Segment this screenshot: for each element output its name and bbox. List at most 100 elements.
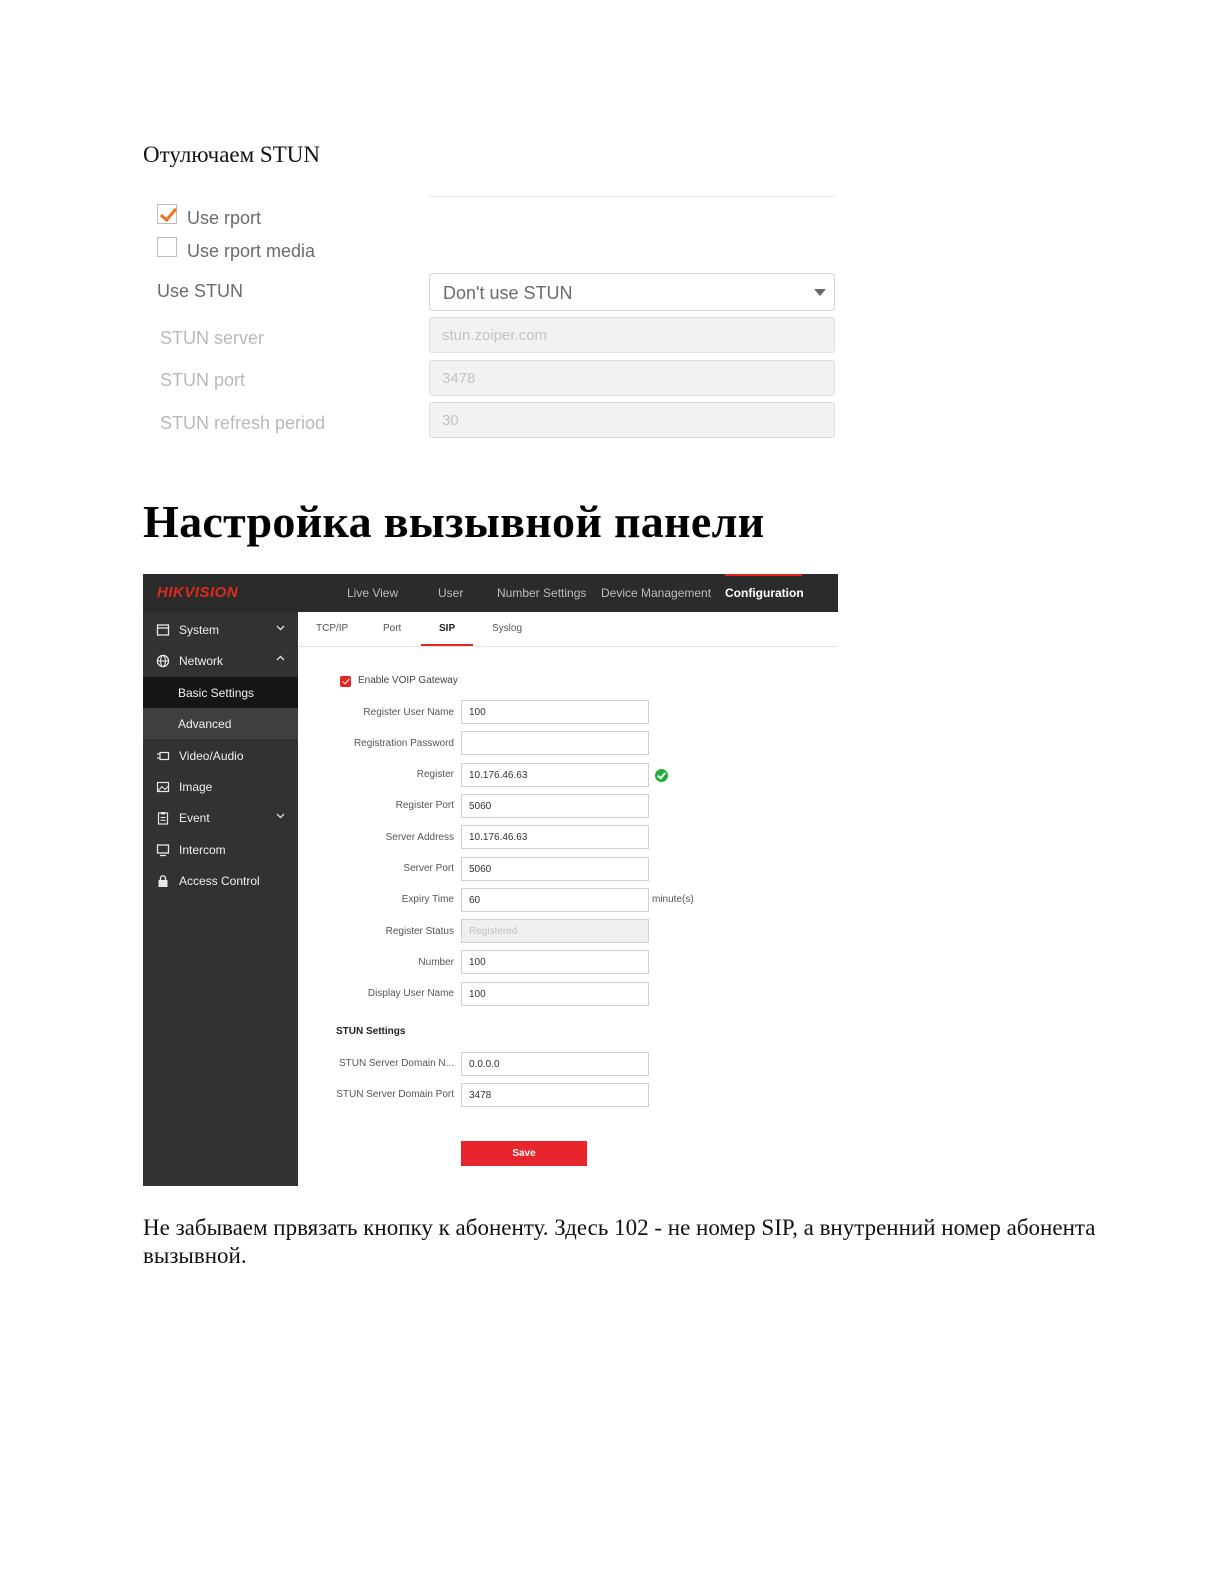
stun-server-input[interactable]: stun.zoiper.com bbox=[429, 317, 835, 353]
enable-voip-label: Enable VOIP Gateway bbox=[358, 675, 458, 686]
footer-paragraph: Не забываем првязать кнопку к абоненту. … bbox=[143, 1215, 1096, 1268]
stun-settings-heading: STUN Settings bbox=[336, 1026, 406, 1037]
sidebar-item-image[interactable]: Image bbox=[143, 771, 298, 802]
save-button[interactable]: Save bbox=[461, 1141, 587, 1166]
stun-server-label: STUN server bbox=[160, 328, 265, 348]
section-heading: Настройка вызывной панели bbox=[143, 496, 765, 547]
enable-voip-checkbox[interactable] bbox=[340, 676, 351, 687]
monitor-icon bbox=[156, 843, 170, 857]
input-value: 10.176.46.63 bbox=[469, 770, 528, 781]
hikvision-config-screenshot: HIKVISION Live View User Number Settings… bbox=[143, 574, 838, 1186]
server-address-input[interactable]: 10.176.46.63 bbox=[461, 825, 649, 849]
top-nav-bar: HIKVISION Live View User Number Settings… bbox=[143, 574, 838, 612]
expiry-time-input[interactable]: 60 bbox=[461, 888, 649, 912]
zoiper-settings-screenshot: Use rport Use rport media Use STUN Don't… bbox=[143, 190, 843, 450]
sidebar-item-label: Image bbox=[179, 780, 213, 794]
stun-domain-port-label: STUN Server Domain Port bbox=[336, 1089, 454, 1100]
register-user-name-label: Register User Name bbox=[363, 707, 454, 718]
active-nav-indicator bbox=[725, 574, 802, 576]
intro-paragraph: Отулючаем STUN bbox=[143, 142, 320, 167]
stun-refresh-input[interactable]: 30 bbox=[429, 402, 835, 438]
nav-number-settings[interactable]: Number Settings bbox=[497, 586, 586, 600]
sidebar-item-label: Video/Audio bbox=[179, 749, 244, 763]
use-rport-media-checkbox[interactable] bbox=[157, 237, 177, 257]
expiry-time-label: Expiry Time bbox=[401, 894, 454, 905]
sidebar-item-network[interactable]: Network bbox=[143, 645, 298, 676]
input-value: 100 bbox=[469, 989, 486, 1000]
nav-configuration[interactable]: Configuration bbox=[725, 586, 804, 600]
use-rport-media-label: Use rport media bbox=[187, 241, 316, 261]
register-user-name-input[interactable]: 100 bbox=[461, 700, 649, 724]
use-stun-select[interactable]: Don't use STUN bbox=[429, 273, 835, 311]
sidebar-item-advanced[interactable]: Advanced bbox=[143, 708, 298, 739]
tab-sip[interactable]: SIP bbox=[439, 623, 455, 634]
lock-icon bbox=[156, 874, 170, 888]
register-input[interactable]: 10.176.46.63 bbox=[461, 763, 649, 787]
tab-tcp-ip[interactable]: TCP/IP bbox=[316, 623, 348, 634]
nav-user[interactable]: User bbox=[438, 586, 463, 600]
nav-device-management[interactable]: Device Management bbox=[601, 586, 711, 600]
chevron-down-icon bbox=[814, 289, 826, 296]
input-value: 100 bbox=[469, 957, 486, 968]
sidebar-item-access-control[interactable]: Access Control bbox=[143, 865, 298, 896]
input-value: 3478 bbox=[469, 1090, 492, 1101]
stun-port-placeholder: 3478 bbox=[442, 370, 476, 387]
clipboard-icon bbox=[156, 811, 170, 825]
stun-domain-port-input[interactable]: 3478 bbox=[461, 1083, 649, 1107]
input-value: 100 bbox=[469, 707, 486, 718]
register-port-input[interactable]: 5060 bbox=[461, 794, 649, 818]
stun-port-label: STUN port bbox=[160, 370, 246, 390]
sidebar-item-label: Intercom bbox=[179, 843, 226, 857]
chevron-up-icon bbox=[275, 653, 286, 667]
globe-icon bbox=[156, 654, 170, 668]
use-rport-label: Use rport bbox=[187, 208, 262, 228]
register-status-label: Register Status bbox=[385, 926, 454, 937]
sidebar: System Network Basic Settings Advanced V… bbox=[143, 612, 298, 1186]
input-value: 60 bbox=[469, 895, 481, 906]
register-port-label: Register Port bbox=[395, 800, 454, 811]
chevron-down-icon bbox=[275, 810, 286, 824]
video-audio-icon bbox=[156, 749, 170, 763]
system-icon bbox=[156, 623, 170, 637]
sidebar-item-video-audio[interactable]: Video/Audio bbox=[143, 740, 298, 771]
use-rport-checkbox[interactable] bbox=[157, 204, 177, 224]
number-input[interactable]: 100 bbox=[461, 950, 649, 974]
register-status-input: Registered bbox=[461, 919, 649, 943]
input-value: 10.176.46.63 bbox=[469, 832, 528, 843]
sidebar-item-event[interactable]: Event bbox=[143, 802, 298, 833]
tab-port[interactable]: Port bbox=[383, 623, 401, 634]
stun-domain-name-label: STUN Server Domain N... bbox=[338, 1058, 454, 1069]
display-user-name-input[interactable]: 100 bbox=[461, 982, 649, 1006]
sidebar-item-basic-settings[interactable]: Basic Settings bbox=[143, 677, 298, 708]
server-port-input[interactable]: 5060 bbox=[461, 857, 649, 881]
input-value: 5060 bbox=[469, 801, 492, 812]
input-value: 0.0.0.0 bbox=[469, 1059, 500, 1070]
display-user-name-label: Display User Name bbox=[367, 988, 454, 999]
image-icon bbox=[156, 780, 170, 794]
nav-live-view[interactable]: Live View bbox=[347, 586, 398, 600]
active-tab-indicator bbox=[421, 644, 473, 646]
expiry-time-unit: minute(s) bbox=[652, 894, 694, 905]
tab-bar: TCP/IP Port SIP Syslog bbox=[298, 612, 838, 647]
sidebar-item-label: Advanced bbox=[178, 717, 232, 731]
stun-refresh-label: STUN refresh period bbox=[160, 413, 326, 433]
number-label: Number bbox=[418, 957, 454, 968]
tab-syslog[interactable]: Syslog bbox=[492, 623, 522, 634]
divider bbox=[429, 196, 835, 197]
input-value: 5060 bbox=[469, 864, 492, 875]
sidebar-item-label: Event bbox=[179, 811, 210, 825]
registration-password-input[interactable] bbox=[461, 731, 649, 755]
registration-password-label: Registration Password bbox=[353, 738, 454, 749]
sidebar-item-label: Network bbox=[179, 654, 224, 668]
sidebar-item-label: Basic Settings bbox=[178, 686, 255, 700]
sidebar-item-intercom[interactable]: Intercom bbox=[143, 834, 298, 865]
use-stun-label: Use STUN bbox=[157, 281, 244, 301]
server-port-label: Server Port bbox=[403, 863, 454, 874]
stun-domain-name-input[interactable]: 0.0.0.0 bbox=[461, 1052, 649, 1076]
stun-port-input[interactable]: 3478 bbox=[429, 360, 835, 396]
input-value: Registered bbox=[469, 926, 518, 937]
sidebar-item-system[interactable]: System bbox=[143, 614, 298, 645]
check-circle-icon bbox=[655, 769, 668, 782]
sidebar-item-label: Access Control bbox=[179, 874, 260, 888]
chevron-down-icon bbox=[275, 622, 286, 636]
